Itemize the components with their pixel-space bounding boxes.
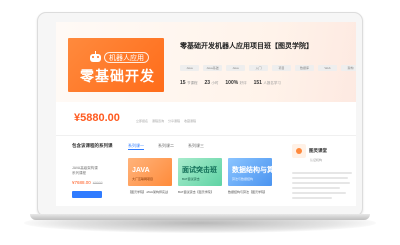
course-stats: 15 节课程 23 小时 100% 好评 151 人报名学习: [180, 80, 281, 86]
series-cards: JAVA 大厂互联网项目 【图灵学院】JAVA架构师实战 面试突击班 BAT面试…: [128, 158, 272, 194]
share-link[interactable]: 分享课程: [168, 119, 180, 124]
course-tag[interactable]: 架构: [341, 65, 356, 71]
course-title: 零基础开发机器人应用项目班【图灵学院】: [180, 43, 313, 50]
tab-series-1[interactable]: 系列课一: [128, 143, 144, 150]
series-title: 包含该课程的系列课: [72, 143, 113, 148]
course-tag[interactable]: Web: [318, 65, 337, 71]
tab-series-3[interactable]: 系列课三: [188, 143, 204, 150]
series-buy-button[interactable]: [72, 191, 102, 198]
course-tag[interactable]: Java基础: [203, 65, 222, 71]
institution-name[interactable]: 图灵课堂: [309, 148, 327, 154]
series-tabs: 系列课一 系列课二 系列课三: [128, 143, 204, 150]
institution-description: [292, 172, 352, 202]
series-summary: JAVA高级架构课 系列课程 ¥7688.00 ¥9999: [72, 166, 114, 198]
institution-logo[interactable]: [292, 144, 306, 158]
series-card[interactable]: JAVA 大厂互联网项目 【图灵学院】JAVA架构师实战: [128, 158, 172, 194]
laptop-screen: 机器人应用 零基础开发 零基础开发机器人应用项目班【图灵学院】 Java Jav…: [56, 22, 356, 206]
course-tag[interactable]: Java: [226, 65, 245, 71]
course-tags: Java Java基础 Java 入门 项目 数据库 Web 架构: [180, 65, 356, 71]
card-image: 面试突击班 BAT面试突击: [178, 158, 222, 186]
course-header: 机器人应用 零基础开发 零基础开发机器人应用项目班【图灵学院】 Java Jav…: [56, 22, 356, 102]
price-actions: 立即报名 课程咨询 分享课程 收藏课程: [136, 119, 196, 124]
favorite-link[interactable]: 收藏课程: [184, 119, 196, 124]
enroll-link[interactable]: 立即报名: [136, 119, 148, 124]
stat-enrolled: 151 人报名学习: [253, 80, 281, 86]
course-tag[interactable]: 入门: [249, 65, 268, 71]
card-caption: 【图灵学院】JAVA架构师实战: [128, 190, 169, 194]
course-cover-image[interactable]: 机器人应用 零基础开发: [68, 38, 164, 92]
course-tag[interactable]: 项目: [272, 65, 291, 71]
card-image: 数据结构与算法 算法与数据结构: [228, 158, 272, 186]
course-price: ¥5880.00: [74, 112, 120, 124]
robot-icon: [90, 51, 101, 62]
institution-sidebar: 图灵课堂 认证机构: [288, 138, 356, 206]
series-price: ¥7688.00 ¥9999: [72, 180, 103, 185]
laptop-base: [30, 214, 370, 220]
cover-title: 零基础开发: [80, 68, 155, 84]
institution-subtitle: 认证机构: [310, 158, 323, 162]
card-caption: 数据结构与算法【图灵学院】: [228, 190, 268, 194]
course-tag[interactable]: 数据库: [295, 65, 314, 71]
card-image: JAVA 大厂互联网项目: [128, 158, 172, 186]
price-bar: ¥5880.00 立即报名 课程咨询 分享课程 收藏课程: [56, 102, 356, 136]
stat-hours: 23 小时: [204, 80, 219, 86]
series-card[interactable]: 数据结构与算法 算法与数据结构 数据结构与算法【图灵学院】: [228, 158, 272, 194]
series-panel: 包含该课程的系列课 系列课一 系列课二 系列课三 JAVA高级架构课 系列课程 …: [60, 138, 280, 206]
card-caption: BAT面试突击【图灵学院】: [178, 190, 214, 194]
stat-lessons: 15 节课程: [180, 80, 198, 86]
institution-header: 图灵课堂: [292, 144, 327, 158]
series-label: 系列课程: [72, 171, 86, 175]
consult-link[interactable]: 课程咨询: [152, 119, 164, 124]
series-original-price: ¥9999: [92, 181, 103, 185]
stat-rating: 100% 好评: [225, 80, 247, 86]
series-card[interactable]: 面试突击班 BAT面试突击 BAT面试突击【图灵学院】: [178, 158, 222, 194]
cover-badge: 机器人应用: [104, 52, 149, 63]
course-tag[interactable]: Java: [180, 65, 199, 71]
tab-series-2[interactable]: 系列课二: [158, 143, 174, 150]
